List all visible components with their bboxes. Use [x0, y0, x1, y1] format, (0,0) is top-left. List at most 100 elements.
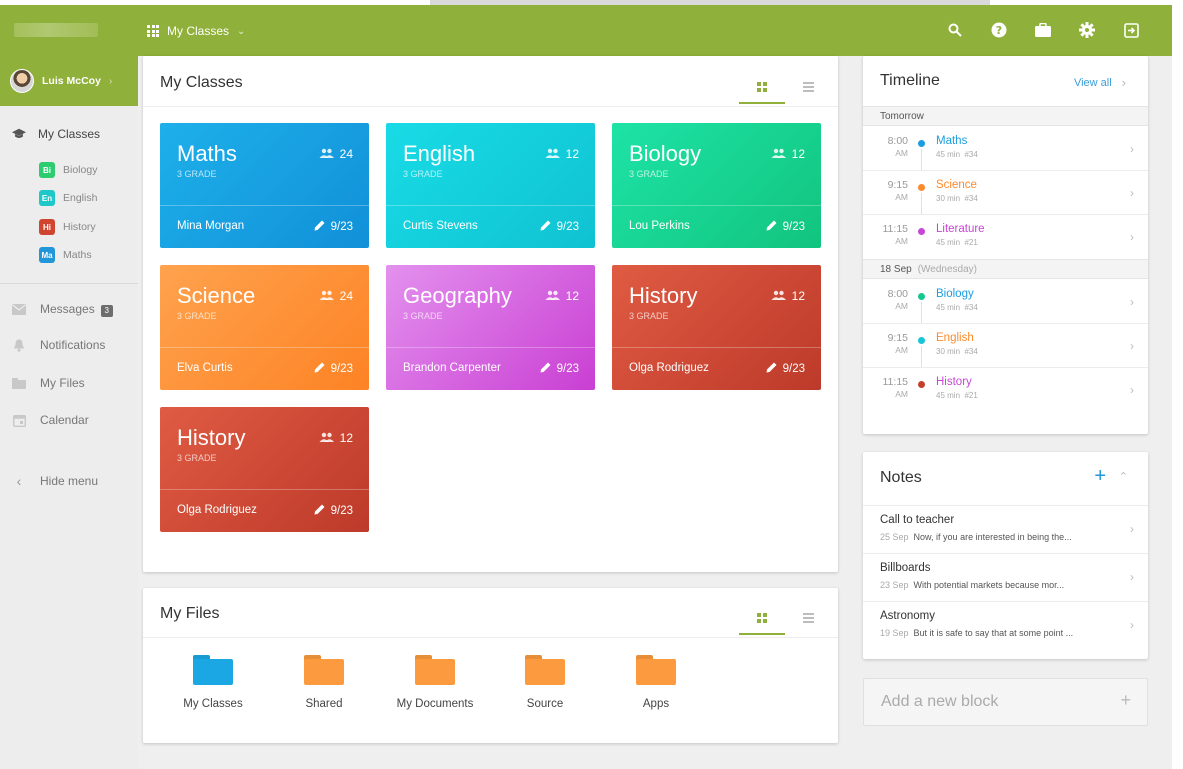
- class-grade: 3 GRADE: [629, 311, 669, 321]
- assignment-date: 9/23: [314, 362, 353, 376]
- add-block-button[interactable]: Add a new block +: [863, 678, 1148, 726]
- pencil-icon: [766, 220, 777, 234]
- class-card[interactable]: Science 3 GRADE 24 Elva Curtis 9/23: [160, 265, 369, 390]
- sidebar-item-notifications[interactable]: Notifications: [12, 338, 105, 352]
- student-count: 12: [771, 147, 805, 161]
- file-folder[interactable]: My Documents: [380, 655, 490, 710]
- chevron-right-icon: ›: [1130, 570, 1134, 584]
- gear-icon[interactable]: [1076, 19, 1098, 41]
- event-meta: 45 min #21: [936, 238, 978, 247]
- logout-icon[interactable]: [1120, 19, 1142, 41]
- event-name: Literature: [936, 223, 985, 235]
- file-folder[interactable]: My Classes: [158, 655, 268, 710]
- file-folder[interactable]: Shared: [269, 655, 379, 710]
- file-folder[interactable]: Apps: [601, 655, 711, 710]
- event-time-value: 8:00: [887, 135, 908, 147]
- sidebar-item-label: Notifications: [40, 338, 106, 352]
- card-divider: [386, 347, 595, 348]
- chevron-left-icon: ‹: [16, 473, 22, 489]
- sidebar-item-my-files[interactable]: My Files: [12, 376, 85, 390]
- timeline-event[interactable]: 11:15 AM History 45 min #21 ›: [863, 368, 1148, 412]
- class-card[interactable]: History 3 GRADE 12 Olga Rodriguez 9/23: [160, 407, 369, 532]
- list-view-button[interactable]: [785, 603, 831, 633]
- pencil-icon: [540, 220, 551, 234]
- note-item[interactable]: Astronomy 19 Sep But it is safe to say th…: [863, 601, 1148, 649]
- class-grade: 3 GRADE: [177, 311, 217, 321]
- file-folder[interactable]: Source: [490, 655, 600, 710]
- grid-view-button[interactable]: [739, 603, 785, 635]
- class-subject: Science: [177, 283, 256, 308]
- people-icon: [771, 289, 786, 303]
- note-text: With potential markets because mor...: [913, 580, 1065, 590]
- list-icon: [802, 613, 814, 623]
- timeline-event[interactable]: 9:15 AM English 30 min #34 ›: [863, 324, 1148, 368]
- chevron-right-icon: ›: [1130, 295, 1134, 309]
- messages-count-badge: 3: [100, 304, 113, 317]
- briefcase-icon[interactable]: [1032, 19, 1054, 41]
- folder-icon: [12, 376, 26, 390]
- assignment-date-value: 9/23: [782, 363, 805, 375]
- event-meta: 45 min #34: [936, 150, 978, 159]
- class-card[interactable]: English 3 GRADE 12 Curtis Stevens 9/23: [386, 123, 595, 248]
- timeline-event[interactable]: 9:15 AM Science 30 min #34 ›: [863, 171, 1148, 215]
- search-icon[interactable]: [944, 19, 966, 41]
- sidebar-item-biology[interactable]: Bi Biology: [39, 162, 97, 178]
- student-count: 12: [319, 431, 353, 445]
- event-time-value: 9:15: [887, 179, 908, 191]
- grid-view-button[interactable]: [739, 72, 785, 104]
- class-card[interactable]: Geography 3 GRADE 12 Brandon Carpenter 9/23: [386, 265, 595, 390]
- class-card[interactable]: Maths 3 GRADE 24 Mina Morgan 9/23: [160, 123, 369, 248]
- add-note-button[interactable]: +: [1094, 465, 1106, 488]
- collapse-chevron-icon[interactable]: ⌃: [1119, 470, 1128, 483]
- day-label: 18 Sep: [880, 263, 912, 275]
- timeline-connector: [921, 302, 922, 324]
- help-icon[interactable]: ?: [988, 19, 1010, 41]
- sidebar-item-my-classes[interactable]: My Classes: [12, 127, 100, 141]
- apps-menu-button[interactable]: My Classes ⌄: [147, 21, 245, 41]
- sidebar-item-history[interactable]: Hi History: [39, 219, 96, 235]
- timeline-event[interactable]: 8:00 AM Maths 45 min #34 ›: [863, 127, 1148, 171]
- student-count: 12: [545, 289, 579, 303]
- student-count-value: 12: [791, 289, 805, 303]
- pencil-icon: [766, 362, 777, 376]
- event-meta: 30 min #34: [936, 194, 978, 203]
- event-ampm: AM: [895, 148, 908, 158]
- chevron-right-icon: ›: [1130, 339, 1134, 353]
- sidebar-item-english[interactable]: En English: [39, 190, 97, 206]
- event-duration: 45 min: [936, 391, 961, 400]
- sidebar-item-calendar[interactable]: Calendar: [12, 413, 89, 427]
- people-icon: [771, 147, 786, 161]
- card-divider: [612, 347, 821, 348]
- view-all-link[interactable]: View all ›: [1074, 75, 1126, 90]
- list-icon: [802, 82, 814, 92]
- event-duration: 30 min: [936, 347, 961, 356]
- note-title: Astronomy: [880, 610, 935, 622]
- sidebar-item-label: English: [63, 192, 98, 204]
- list-view-button[interactable]: [785, 72, 831, 102]
- assignment-date: 9/23: [314, 504, 353, 518]
- timeline-event[interactable]: 11:15 AM Literature 45 min #21 ›: [863, 215, 1148, 259]
- sidebar-item-messages[interactable]: Messages 3: [12, 302, 113, 317]
- assignment-date-value: 9/23: [556, 221, 579, 233]
- class-badge: Ma: [39, 247, 55, 263]
- event-ampm: AM: [895, 192, 908, 202]
- people-icon: [545, 147, 560, 161]
- class-card[interactable]: History 3 GRADE 12 Olga Rodriguez 9/23: [612, 265, 821, 390]
- class-grade: 3 GRADE: [629, 169, 669, 179]
- class-card[interactable]: Biology 3 GRADE 12 Lou Perkins 9/23: [612, 123, 821, 248]
- event-room: #34: [964, 347, 978, 356]
- class-subject: Maths: [177, 141, 237, 166]
- hide-menu-label: Hide menu: [40, 474, 99, 488]
- note-title: Call to teacher: [880, 514, 955, 526]
- timeline-event[interactable]: 8:00 AM Biology 45 min #34 ›: [863, 280, 1148, 324]
- note-item[interactable]: Billboards 23 Sep With potential markets …: [863, 553, 1148, 601]
- folder-icon: [415, 655, 455, 685]
- svg-text:?: ?: [996, 24, 1002, 37]
- sidebar-item-maths[interactable]: Ma Maths: [39, 247, 92, 263]
- user-profile[interactable]: Luis McCoy ›: [0, 56, 138, 106]
- student-count-value: 12: [791, 147, 805, 161]
- assignment-date-value: 9/23: [330, 363, 353, 375]
- app-logo: [14, 23, 98, 37]
- hide-menu-button[interactable]: ‹ Hide menu: [12, 473, 99, 489]
- note-item[interactable]: Call to teacher 25 Sep Now, if you are in…: [863, 505, 1148, 553]
